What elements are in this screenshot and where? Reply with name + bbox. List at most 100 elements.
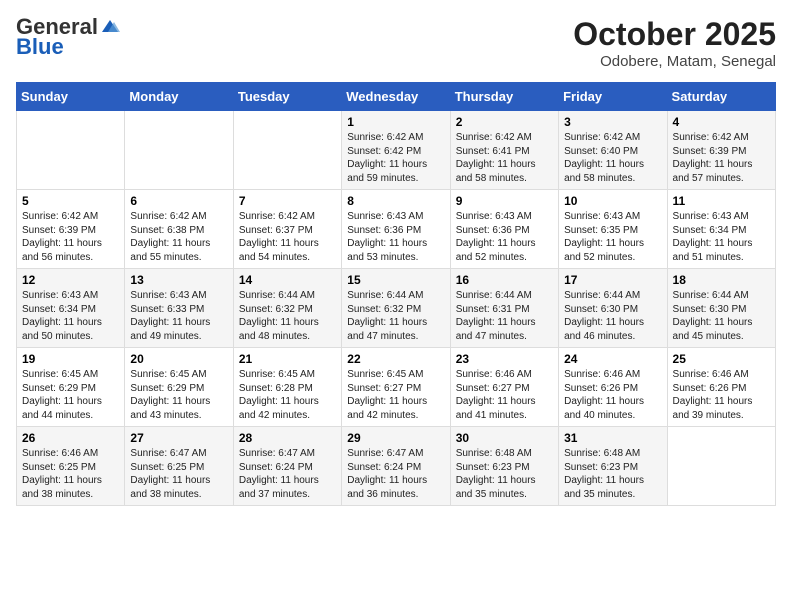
day-number: 13 xyxy=(130,273,227,287)
cell-sun-info: Sunrise: 6:48 AM Sunset: 6:23 PM Dayligh… xyxy=(456,447,553,501)
location-subtitle: Odobere, Matam, Senegal xyxy=(573,53,776,70)
calendar-cell: 24 Sunrise: 6:46 AM Sunset: 6:26 PM Dayli… xyxy=(559,348,667,427)
day-number: 9 xyxy=(456,194,553,208)
calendar-cell: 31Sunrise: 6:48 AM Sunset: 6:23 PM Dayli… xyxy=(559,427,667,506)
header: General Blue October 2025 Odobere, Matam… xyxy=(16,16,776,70)
calendar-cell: 13 Sunrise: 6:43 AM Sunset: 6:33 PM Dayli… xyxy=(125,269,233,348)
title-area: October 2025 Odobere, Matam, Senegal xyxy=(573,16,776,70)
day-number: 21 xyxy=(239,352,336,366)
cell-sun-info: Sunrise: 6:47 AM Sunset: 6:24 PM Dayligh… xyxy=(347,447,444,501)
cell-sun-info: Sunrise: 6:42 AM Sunset: 6:41 PM Dayligh… xyxy=(456,131,553,185)
cell-sun-info: Sunrise: 6:44 AM Sunset: 6:30 PM Dayligh… xyxy=(564,289,661,343)
logo-blue-text: Blue xyxy=(16,36,64,58)
cell-sun-info: Sunrise: 6:42 AM Sunset: 6:39 PM Dayligh… xyxy=(673,131,770,185)
calendar-cell: 5 Sunrise: 6:42 AM Sunset: 6:39 PM Daylig… xyxy=(17,190,125,269)
cell-sun-info: Sunrise: 6:44 AM Sunset: 6:30 PM Dayligh… xyxy=(673,289,770,343)
day-number: 29 xyxy=(347,431,444,445)
cell-sun-info: Sunrise: 6:42 AM Sunset: 6:42 PM Dayligh… xyxy=(347,131,444,185)
calendar-cell: 26Sunrise: 6:46 AM Sunset: 6:25 PM Dayli… xyxy=(17,427,125,506)
calendar-cell: 2 Sunrise: 6:42 AM Sunset: 6:41 PM Daylig… xyxy=(450,111,558,190)
cell-sun-info: Sunrise: 6:44 AM Sunset: 6:32 PM Dayligh… xyxy=(347,289,444,343)
day-number: 17 xyxy=(564,273,661,287)
col-header-monday: Monday xyxy=(125,83,233,111)
calendar-cell: 8 Sunrise: 6:43 AM Sunset: 6:36 PM Daylig… xyxy=(342,190,450,269)
cell-sun-info: Sunrise: 6:43 AM Sunset: 6:36 PM Dayligh… xyxy=(456,210,553,264)
cell-sun-info: Sunrise: 6:46 AM Sunset: 6:26 PM Dayligh… xyxy=(564,368,661,422)
col-header-thursday: Thursday xyxy=(450,83,558,111)
cell-sun-info: Sunrise: 6:44 AM Sunset: 6:31 PM Dayligh… xyxy=(456,289,553,343)
logo-icon xyxy=(100,18,120,34)
calendar-header-row: SundayMondayTuesdayWednesdayThursdayFrid… xyxy=(17,83,776,111)
cell-sun-info: Sunrise: 6:44 AM Sunset: 6:32 PM Dayligh… xyxy=(239,289,336,343)
day-number: 2 xyxy=(456,115,553,129)
col-header-friday: Friday xyxy=(559,83,667,111)
calendar-cell xyxy=(667,427,775,506)
cell-sun-info: Sunrise: 6:45 AM Sunset: 6:28 PM Dayligh… xyxy=(239,368,336,422)
calendar-cell: 21 Sunrise: 6:45 AM Sunset: 6:28 PM Dayli… xyxy=(233,348,341,427)
day-number: 3 xyxy=(564,115,661,129)
calendar-cell: 4 Sunrise: 6:42 AM Sunset: 6:39 PM Daylig… xyxy=(667,111,775,190)
cell-sun-info: Sunrise: 6:43 AM Sunset: 6:33 PM Dayligh… xyxy=(130,289,227,343)
cell-sun-info: Sunrise: 6:43 AM Sunset: 6:36 PM Dayligh… xyxy=(347,210,444,264)
calendar-week-2: 5 Sunrise: 6:42 AM Sunset: 6:39 PM Daylig… xyxy=(17,190,776,269)
calendar-cell: 3Sunrise: 6:42 AM Sunset: 6:40 PM Daylig… xyxy=(559,111,667,190)
col-header-saturday: Saturday xyxy=(667,83,775,111)
calendar-cell: 27Sunrise: 6:47 AM Sunset: 6:25 PM Dayli… xyxy=(125,427,233,506)
calendar-week-5: 26Sunrise: 6:46 AM Sunset: 6:25 PM Dayli… xyxy=(17,427,776,506)
day-number: 12 xyxy=(22,273,119,287)
calendar-cell: 19 Sunrise: 6:45 AM Sunset: 6:29 PM Dayli… xyxy=(17,348,125,427)
day-number: 8 xyxy=(347,194,444,208)
calendar-cell: 30 Sunrise: 6:48 AM Sunset: 6:23 PM Dayli… xyxy=(450,427,558,506)
day-number: 19 xyxy=(22,352,119,366)
calendar-cell: 20 Sunrise: 6:45 AM Sunset: 6:29 PM Dayli… xyxy=(125,348,233,427)
cell-sun-info: Sunrise: 6:45 AM Sunset: 6:29 PM Dayligh… xyxy=(130,368,227,422)
calendar-cell xyxy=(17,111,125,190)
cell-sun-info: Sunrise: 6:46 AM Sunset: 6:27 PM Dayligh… xyxy=(456,368,553,422)
calendar-cell: 23 Sunrise: 6:46 AM Sunset: 6:27 PM Dayli… xyxy=(450,348,558,427)
day-number: 16 xyxy=(456,273,553,287)
calendar-cell: 28Sunrise: 6:47 AM Sunset: 6:24 PM Dayli… xyxy=(233,427,341,506)
calendar-cell: 12Sunrise: 6:43 AM Sunset: 6:34 PM Dayli… xyxy=(17,269,125,348)
calendar-cell: 18 Sunrise: 6:44 AM Sunset: 6:30 PM Dayli… xyxy=(667,269,775,348)
calendar-cell: 25 Sunrise: 6:46 AM Sunset: 6:26 PM Dayli… xyxy=(667,348,775,427)
cell-sun-info: Sunrise: 6:42 AM Sunset: 6:37 PM Dayligh… xyxy=(239,210,336,264)
day-number: 23 xyxy=(456,352,553,366)
day-number: 11 xyxy=(673,194,770,208)
day-number: 5 xyxy=(22,194,119,208)
calendar-cell xyxy=(233,111,341,190)
cell-sun-info: Sunrise: 6:42 AM Sunset: 6:39 PM Dayligh… xyxy=(22,210,119,264)
calendar-cell: 9 Sunrise: 6:43 AM Sunset: 6:36 PM Daylig… xyxy=(450,190,558,269)
calendar-cell: 7Sunrise: 6:42 AM Sunset: 6:37 PM Daylig… xyxy=(233,190,341,269)
day-number: 4 xyxy=(673,115,770,129)
day-number: 15 xyxy=(347,273,444,287)
day-number: 10 xyxy=(564,194,661,208)
logo: General Blue xyxy=(16,16,120,58)
day-number: 26 xyxy=(22,431,119,445)
cell-sun-info: Sunrise: 6:47 AM Sunset: 6:24 PM Dayligh… xyxy=(239,447,336,501)
calendar-cell: 22Sunrise: 6:45 AM Sunset: 6:27 PM Dayli… xyxy=(342,348,450,427)
cell-sun-info: Sunrise: 6:42 AM Sunset: 6:38 PM Dayligh… xyxy=(130,210,227,264)
cell-sun-info: Sunrise: 6:45 AM Sunset: 6:29 PM Dayligh… xyxy=(22,368,119,422)
day-number: 31 xyxy=(564,431,661,445)
day-number: 27 xyxy=(130,431,227,445)
day-number: 18 xyxy=(673,273,770,287)
day-number: 24 xyxy=(564,352,661,366)
calendar-cell: 17 Sunrise: 6:44 AM Sunset: 6:30 PM Dayli… xyxy=(559,269,667,348)
calendar-cell: 29 Sunrise: 6:47 AM Sunset: 6:24 PM Dayli… xyxy=(342,427,450,506)
calendar-week-4: 19 Sunrise: 6:45 AM Sunset: 6:29 PM Dayli… xyxy=(17,348,776,427)
calendar-cell: 1Sunrise: 6:42 AM Sunset: 6:42 PM Daylig… xyxy=(342,111,450,190)
day-number: 25 xyxy=(673,352,770,366)
day-number: 14 xyxy=(239,273,336,287)
calendar-cell: 6Sunrise: 6:42 AM Sunset: 6:38 PM Daylig… xyxy=(125,190,233,269)
calendar-week-3: 12Sunrise: 6:43 AM Sunset: 6:34 PM Dayli… xyxy=(17,269,776,348)
day-number: 20 xyxy=(130,352,227,366)
day-number: 22 xyxy=(347,352,444,366)
cell-sun-info: Sunrise: 6:46 AM Sunset: 6:26 PM Dayligh… xyxy=(673,368,770,422)
cell-sun-info: Sunrise: 6:43 AM Sunset: 6:34 PM Dayligh… xyxy=(673,210,770,264)
calendar-table: SundayMondayTuesdayWednesdayThursdayFrid… xyxy=(16,82,776,506)
calendar-cell: 14 Sunrise: 6:44 AM Sunset: 6:32 PM Dayli… xyxy=(233,269,341,348)
col-header-tuesday: Tuesday xyxy=(233,83,341,111)
day-number: 30 xyxy=(456,431,553,445)
col-header-sunday: Sunday xyxy=(17,83,125,111)
calendar-cell: 15 Sunrise: 6:44 AM Sunset: 6:32 PM Dayli… xyxy=(342,269,450,348)
